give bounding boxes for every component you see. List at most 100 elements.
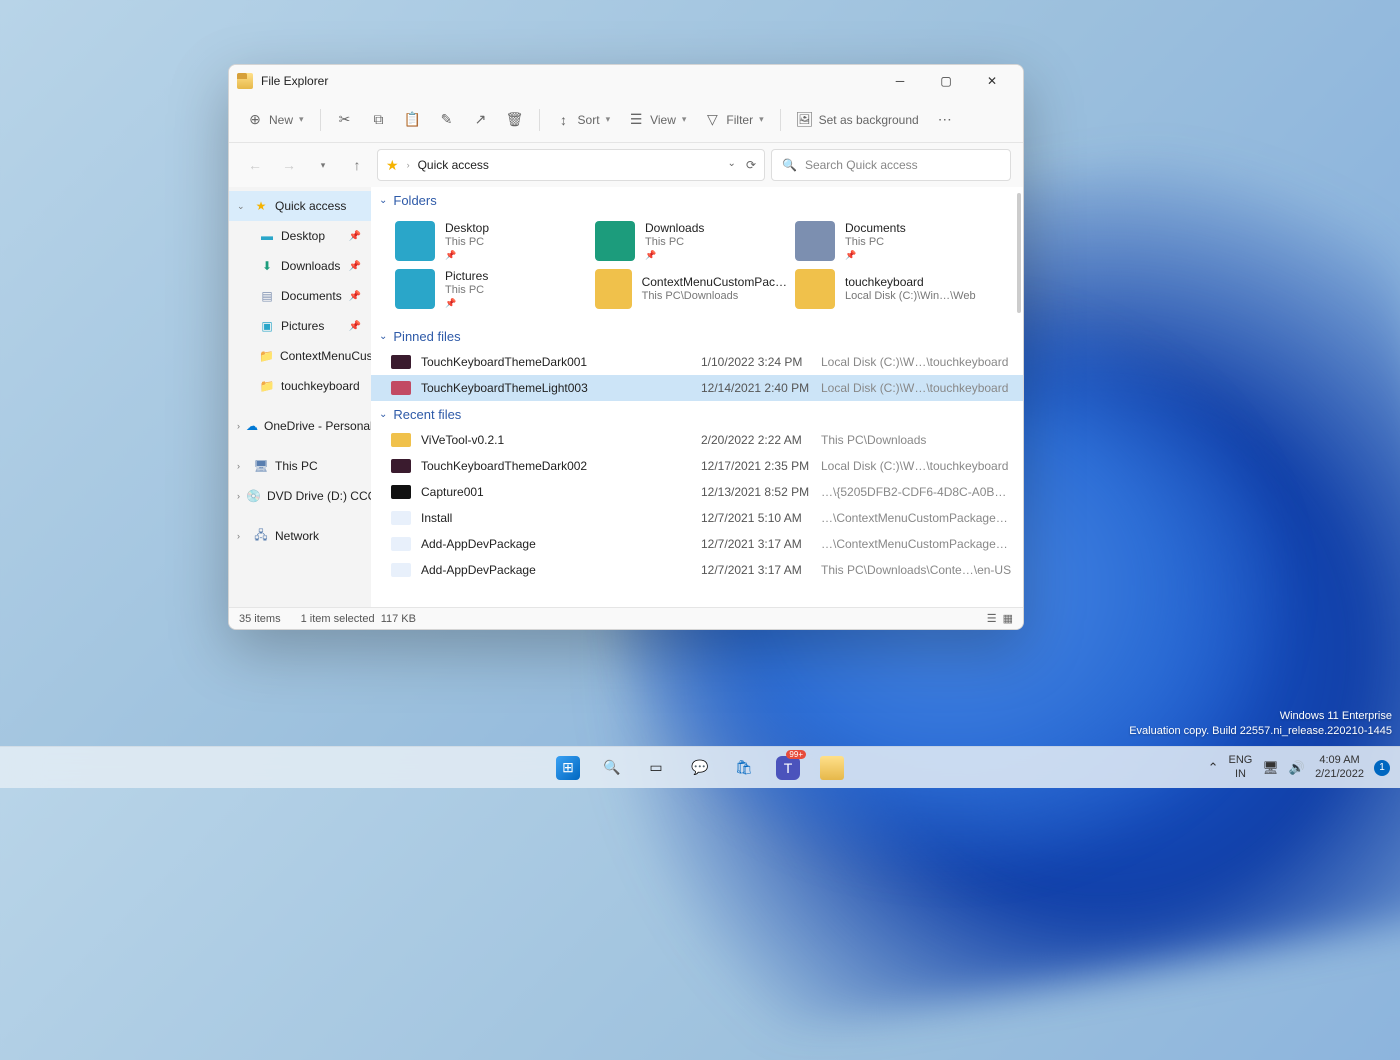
recent-locations-button[interactable]: ▾ — [309, 151, 337, 179]
file-path: Local Disk (C:)\W…\touchkeyboard — [821, 381, 1023, 395]
sidebar-item-downloads[interactable]: ⬇ Downloads📌 — [229, 251, 371, 281]
set-background-button[interactable]: 🖼Set as background — [789, 104, 927, 136]
status-item-count: 35 items — [239, 613, 281, 625]
folder-tile[interactable]: Documents This PC 📌 — [791, 217, 991, 265]
rename-button[interactable]: ✎ — [431, 104, 463, 136]
folder-location: This PC\Downloads — [642, 290, 787, 304]
section-pinned-files[interactable]: ⌄ Pinned files — [371, 323, 1023, 349]
folder-name: touchkeyboard — [845, 275, 976, 290]
pin-icon: 📌 — [349, 261, 367, 272]
address-location: Quick access — [418, 158, 489, 172]
search-box[interactable]: 🔍 Search Quick access — [771, 149, 1011, 181]
file-date: 2/20/2022 2:22 AM — [701, 433, 821, 447]
start-button[interactable]: ⊞ — [548, 748, 588, 788]
pin-icon: 📌 — [445, 298, 488, 309]
close-button[interactable]: ✕ — [969, 66, 1015, 96]
search-button[interactable]: 🔍 — [592, 748, 632, 788]
sidebar-item-documents[interactable]: ▤ Documents📌 — [229, 281, 371, 311]
cut-button[interactable]: ✂ — [329, 104, 361, 136]
sidebar-item-quick-access[interactable]: ⌄ ★ Quick access — [229, 191, 371, 221]
folder-tile[interactable]: Desktop This PC 📌 — [391, 217, 591, 265]
file-row[interactable]: Capture001 12/13/2021 8:52 PM …\{5205DFB… — [371, 479, 1023, 505]
onedrive-icon: ☁ — [246, 418, 258, 434]
titlebar[interactable]: File Explorer ─ ▢ ✕ — [229, 65, 1023, 97]
sidebar-item-dvd[interactable]: › 💿 DVD Drive (D:) CCCO — [229, 481, 371, 511]
chevron-down-icon: ⌄ — [379, 195, 387, 206]
more-button[interactable]: ⋯ — [929, 104, 961, 136]
file-row[interactable]: Add-AppDevPackage 12/7/2021 3:17 AM …\Co… — [371, 531, 1023, 557]
folder-name: ContextMenuCustomPac… — [642, 275, 787, 290]
new-button[interactable]: ⊕ New▾ — [239, 104, 312, 136]
pin-icon: 📌 — [349, 321, 367, 332]
folder-location: This PC — [645, 236, 704, 250]
chevron-right-icon: › — [237, 461, 247, 471]
file-date: 12/17/2021 2:35 PM — [701, 459, 821, 473]
file-row[interactable]: ViVeTool-v0.2.1 2/20/2022 2:22 AM This P… — [371, 427, 1023, 453]
forward-button[interactable]: → — [275, 151, 303, 179]
up-button[interactable]: ↑ — [343, 151, 371, 179]
sidebar-item-onedrive[interactable]: › ☁ OneDrive - Personal — [229, 411, 371, 441]
sidebar-item-contextmenu[interactable]: 📁 ContextMenuCust — [229, 341, 371, 371]
section-folders[interactable]: ⌄ Folders — [371, 187, 1023, 213]
address-dropdown-button[interactable]: ⌄ — [728, 158, 736, 172]
thumbnails-view-button[interactable]: ▦ — [1003, 612, 1013, 625]
network-icon[interactable]: 🖥 — [1262, 760, 1279, 776]
task-view-button[interactable]: ▭ — [636, 748, 676, 788]
pin-icon: 📌 — [445, 250, 489, 261]
share-button[interactable]: ↗ — [465, 104, 497, 136]
details-view-button[interactable]: ☰ — [987, 612, 997, 625]
section-recent-files[interactable]: ⌄ Recent files — [371, 401, 1023, 427]
more-icon: ⋯ — [937, 112, 953, 128]
sidebar-item-desktop[interactable]: ▬ Desktop📌 — [229, 221, 371, 251]
teams-button[interactable]: T 99+ — [768, 748, 808, 788]
chevron-right-icon: › — [407, 160, 410, 170]
folder-name: Pictures — [445, 269, 488, 284]
file-row[interactable]: Install 12/7/2021 5:10 AM …\ContextMenuC… — [371, 505, 1023, 531]
folder-tile[interactable]: Pictures This PC 📌 — [391, 265, 591, 313]
view-button[interactable]: ☰View▾ — [620, 104, 694, 136]
paste-button[interactable]: 📋 — [397, 104, 429, 136]
maximize-button[interactable]: ▢ — [923, 66, 969, 96]
folder-tile[interactable]: touchkeyboard Local Disk (C:)\Win…\Web — [791, 265, 991, 313]
folder-tile[interactable]: Downloads This PC 📌 — [591, 217, 791, 265]
file-row[interactable]: TouchKeyboardThemeLight003 12/14/2021 2:… — [371, 375, 1023, 401]
clock-button[interactable]: 4:09 AM2/21/2022 — [1315, 754, 1364, 780]
chevron-down-icon: ⌄ — [379, 331, 387, 342]
pictures-icon: ▣ — [259, 318, 275, 334]
file-path: …\ContextMenuCustomPackage_… — [821, 537, 1023, 551]
copy-button[interactable]: ⧉ — [363, 104, 395, 136]
filter-button[interactable]: ▽Filter▾ — [696, 104, 771, 136]
file-date: 12/14/2021 2:40 PM — [701, 381, 821, 395]
folder-icon — [395, 221, 435, 261]
status-selection: 1 item selected 117 KB — [301, 613, 416, 625]
sidebar-item-pictures[interactable]: ▣ Pictures📌 — [229, 311, 371, 341]
language-button[interactable]: ENGIN — [1229, 754, 1253, 780]
minimize-button[interactable]: ─ — [877, 66, 923, 96]
chat-button[interactable]: 💬 — [680, 748, 720, 788]
chevron-down-icon: ⌄ — [237, 201, 247, 212]
file-explorer-button[interactable] — [812, 748, 852, 788]
folder-name: Downloads — [645, 221, 704, 236]
notification-badge[interactable]: 1 — [1374, 760, 1390, 776]
store-button[interactable]: 🛍 — [724, 748, 764, 788]
file-date: 12/7/2021 3:17 AM — [701, 563, 821, 577]
volume-icon[interactable]: 🔊 — [1289, 760, 1305, 776]
folder-tile[interactable]: ContextMenuCustomPac… This PC\Downloads — [591, 265, 791, 313]
file-row[interactable]: TouchKeyboardThemeDark001 1/10/2022 3:24… — [371, 349, 1023, 375]
scrollbar[interactable] — [1017, 193, 1021, 313]
sidebar-item-touchkeyboard[interactable]: 📁 touchkeyboard — [229, 371, 371, 401]
tray-overflow-button[interactable]: ⌃ — [1208, 760, 1219, 776]
navigation-row: ← → ▾ ↑ ★ › Quick access ⌄ ⟳ 🔍 Search Qu… — [229, 143, 1023, 187]
file-row[interactable]: Add-AppDevPackage 12/7/2021 3:17 AM This… — [371, 557, 1023, 583]
address-bar[interactable]: ★ › Quick access ⌄ ⟳ — [377, 149, 765, 181]
delete-button[interactable]: 🗑 — [499, 104, 531, 136]
file-row[interactable]: TouchKeyboardThemeDark002 12/17/2021 2:3… — [371, 453, 1023, 479]
back-button[interactable]: ← — [241, 151, 269, 179]
sidebar-item-network[interactable]: › 🖧 Network — [229, 521, 371, 551]
refresh-button[interactable]: ⟳ — [746, 158, 756, 172]
copy-icon: ⧉ — [371, 112, 387, 128]
sort-button[interactable]: ↕Sort▾ — [548, 104, 619, 136]
sidebar-item-thispc[interactable]: › 🖥 This PC — [229, 451, 371, 481]
folder-icon: 📁 — [259, 348, 274, 364]
folder-icon — [595, 269, 632, 309]
